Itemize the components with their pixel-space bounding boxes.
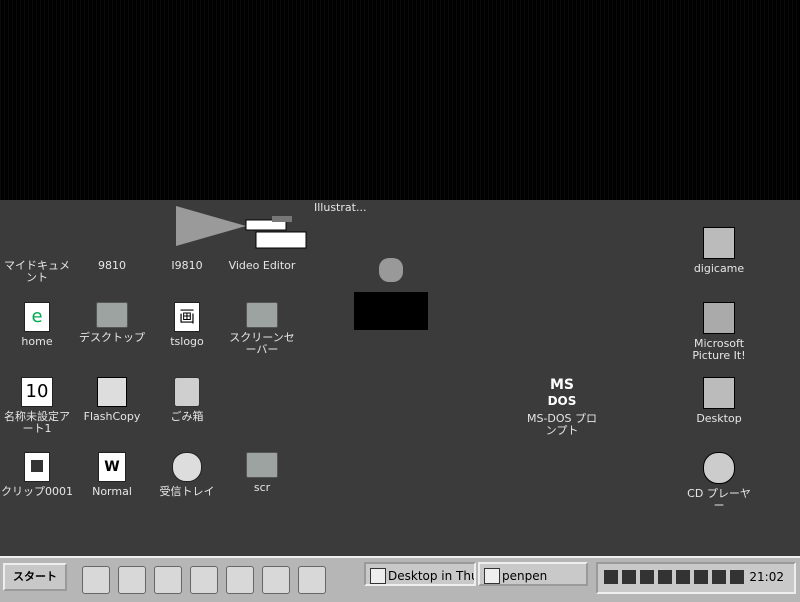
ie-icon[interactable] — [82, 566, 110, 594]
icon-label: デスクトップ — [79, 331, 145, 344]
msdos-icon: MS DOS — [547, 377, 577, 408]
desktop-icon-ms-dos[interactable]: MS DOS MS-DOS プロンプト — [525, 377, 599, 437]
icon-label: digicame — [693, 262, 745, 275]
icon-label: スクリーンセーバー — [229, 331, 295, 356]
tray-icon[interactable] — [622, 570, 636, 584]
desktop-icon-untitled-art[interactable]: 10 名称未設定アート1 — [0, 377, 74, 435]
folder-open-icon[interactable] — [118, 566, 146, 594]
desktop-icon-normal[interactable]: W Normal — [75, 452, 149, 498]
tray-icon[interactable] — [730, 570, 744, 584]
floating-label: Illustrat... — [314, 201, 367, 214]
app-icon — [703, 377, 735, 409]
word-document-icon: W — [98, 452, 126, 482]
tray-icon[interactable] — [604, 570, 618, 584]
desktop-icon-screensaver[interactable]: スクリーンセーバー — [225, 302, 299, 356]
floppy-icon — [97, 377, 127, 407]
desktop-icon-9810[interactable]: 9810 — [75, 238, 149, 272]
desktop-icon-video-editor[interactable]: Video Editor — [225, 238, 299, 272]
folder-icon — [96, 302, 128, 328]
settings-icon[interactable] — [262, 566, 290, 594]
icon-label: マイドキュメント — [4, 259, 70, 284]
icon-label: クリップ0001 — [1, 485, 73, 498]
desktop-icon-scr[interactable]: scr — [225, 452, 299, 494]
icon-label: MS-DOS プロンプト — [526, 412, 598, 437]
check-icon[interactable] — [298, 566, 326, 594]
black-band — [0, 0, 800, 200]
ie-icon: e — [24, 302, 50, 332]
system-tray: 21:02 — [596, 562, 796, 594]
task-label: penpen — [502, 569, 548, 583]
desktop-icon-clip0001[interactable]: クリップ0001 — [0, 452, 74, 498]
desktop-icon-i9810[interactable]: I9810 — [150, 238, 224, 272]
document-icon: 画 — [174, 302, 200, 332]
icon-label: 名称未設定アート1 — [4, 410, 70, 435]
recycle-bin-icon — [174, 377, 200, 407]
taskbar: スタート Desktop in Thu... penpen 21:02 — [0, 556, 800, 602]
start-button[interactable]: スタート — [3, 563, 67, 591]
icon-label: ごみ箱 — [170, 410, 204, 423]
icon-label: FlashCopy — [83, 410, 141, 423]
desktop-icon-my-documents[interactable]: マイドキュメント — [0, 238, 74, 284]
black-overlay — [354, 292, 428, 330]
desktop-icon-home[interactable]: e home — [0, 302, 74, 348]
desktop-icon-recycle-bin[interactable]: ごみ箱 — [150, 377, 224, 423]
icon-label: Normal — [92, 485, 132, 498]
app-icon — [379, 258, 403, 282]
tray-icon[interactable] — [676, 570, 690, 584]
desktop-icon-flashcopy[interactable]: FlashCopy — [75, 377, 149, 423]
icon-label: scr — [253, 481, 271, 494]
icon-label: I9810 — [171, 259, 203, 272]
icon-label: Desktop — [696, 412, 742, 425]
tray-icon[interactable] — [658, 570, 672, 584]
desktop-icon-digicame[interactable]: digicame — [682, 227, 756, 275]
folder-icon — [484, 568, 500, 584]
desktop-icon-inbox[interactable]: 受信トレイ — [150, 452, 224, 498]
desktop-icon-tslogo[interactable]: 画 tslogo — [150, 302, 224, 348]
desktop-icon-unknown[interactable] — [354, 258, 428, 286]
document-icon — [24, 452, 50, 482]
app-icon — [246, 238, 278, 256]
inbox-icon — [172, 452, 202, 482]
desktop-icon-desktop-shortcut[interactable]: デスクトップ — [75, 302, 149, 344]
icon-label: 9810 — [98, 259, 126, 272]
icon-label: Video Editor — [228, 259, 296, 272]
icon-label: CD プレーヤー — [687, 487, 751, 512]
tray-icon[interactable] — [694, 570, 708, 584]
desktop-icon-cd-player[interactable]: CD プレーヤー — [682, 452, 756, 512]
art-document-icon: 10 — [21, 377, 53, 407]
app-icon — [703, 302, 735, 334]
desktop-icon-ms-picture[interactable]: Microsoft Picture It! — [682, 302, 756, 362]
icon-label: 受信トレイ — [159, 485, 215, 498]
app-icon — [703, 227, 735, 259]
terminal-icon[interactable] — [226, 566, 254, 594]
icon-label: Microsoft Picture It! — [692, 337, 746, 362]
task-desktop[interactable]: Desktop in Thu... — [364, 562, 476, 586]
scheduler-icon[interactable] — [154, 566, 182, 594]
app-icon — [96, 238, 128, 256]
task-label: Desktop in Thu... — [388, 569, 474, 583]
speaker-icon[interactable] — [640, 570, 654, 584]
cd-player-icon — [703, 452, 735, 484]
folder-icon — [246, 302, 278, 328]
desktop-icon-desktop[interactable]: Desktop — [682, 377, 756, 425]
app-icon — [370, 568, 386, 584]
task-penpen[interactable]: penpen — [478, 562, 588, 586]
icon-label: home — [21, 335, 53, 348]
icon-label: tslogo — [170, 335, 204, 348]
folder-icon — [246, 452, 278, 478]
folder-icon — [21, 238, 53, 256]
ie-mail-icon[interactable] — [190, 566, 218, 594]
tray-icon[interactable] — [712, 570, 726, 584]
clock[interactable]: 21:02 — [749, 570, 784, 584]
app-icon — [171, 238, 203, 256]
